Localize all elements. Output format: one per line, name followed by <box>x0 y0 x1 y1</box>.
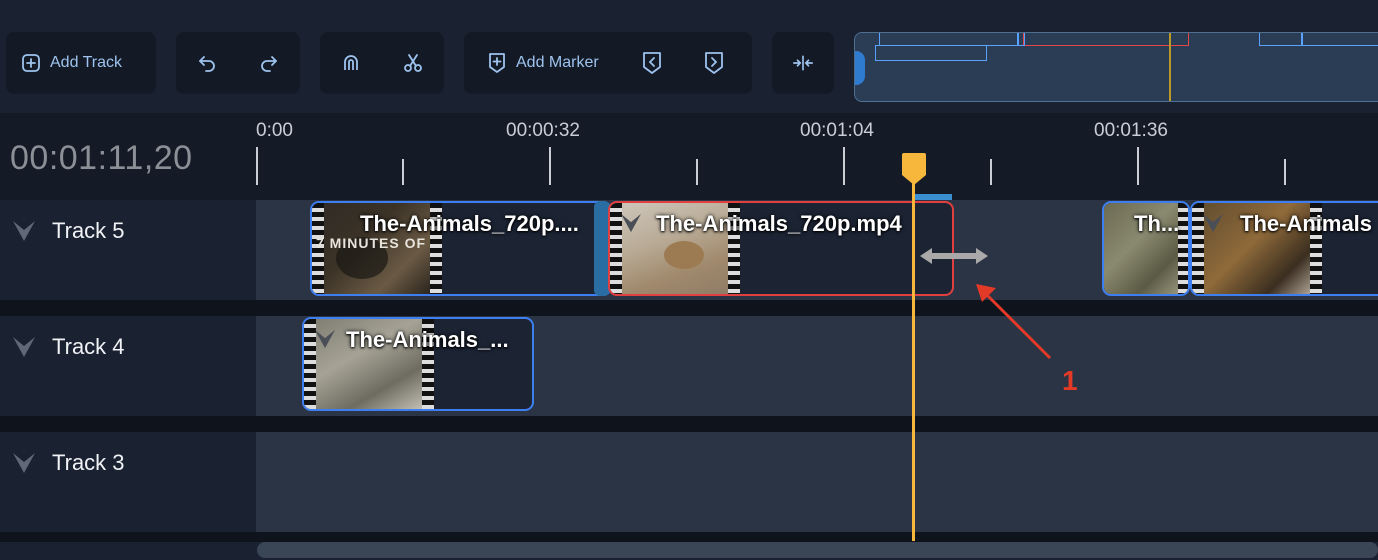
center-group <box>772 32 834 94</box>
scissors-icon[interactable] <box>402 52 424 74</box>
tick-label: 00:01:04 <box>800 120 874 141</box>
track-separator <box>0 532 1378 542</box>
current-timecode: 00:01:11,20 <box>10 139 193 177</box>
track-header: Track 3 <box>0 432 256 532</box>
chevron-down-icon[interactable] <box>12 452 36 479</box>
ruler-tick-minor <box>990 159 992 185</box>
tick-label: 00:00:32 <box>506 120 580 141</box>
tick-label: 0:00 <box>256 120 293 141</box>
minimap-playhead <box>1169 33 1171 101</box>
add-marker-button[interactable]: Add Marker <box>464 32 613 94</box>
marker-group: Add Marker <box>464 32 752 94</box>
track-header: Track 5 <box>0 200 256 300</box>
thumb-caption: 7 MINUTES OF <box>316 235 427 251</box>
minimap-clip <box>1301 33 1378 46</box>
playhead-line[interactable] <box>912 175 915 541</box>
add-track-button[interactable]: Add Track <box>6 32 136 94</box>
clip[interactable]: 7 MINUTES OF The-Animals_720p.... <box>310 201 612 296</box>
shield-plus-icon <box>486 52 508 74</box>
chevron-down-icon <box>1202 213 1224 238</box>
minimap-clip <box>1017 33 1025 46</box>
track-name: Track 5 <box>52 218 125 243</box>
ruler-tick-major <box>549 147 551 185</box>
ruler-tick-major <box>843 147 845 185</box>
film-strip <box>1178 203 1188 294</box>
tick-label: 00:01:36 <box>1094 120 1168 141</box>
chevron-down-icon <box>620 213 642 238</box>
minimap-clip <box>875 45 987 61</box>
add-marker-label: Add Marker <box>516 54 599 71</box>
ruler-tick-minor <box>696 159 698 185</box>
clip[interactable]: The-Animals_... <box>302 317 534 411</box>
thumb-shape <box>664 241 704 269</box>
add-track-label: Add Track <box>50 54 123 71</box>
minimap-handle[interactable] <box>855 51 865 85</box>
clip-title: The-Animals_720p.mp4 <box>656 211 902 236</box>
clip-title: The-Animals_... <box>346 327 509 352</box>
ruler-tick-major <box>256 147 258 185</box>
playhead-handle[interactable] <box>902 153 926 185</box>
timeline-minimap[interactable] <box>854 32 1378 102</box>
edit-tools-group <box>320 32 444 94</box>
marker-prev-icon[interactable] <box>641 52 663 74</box>
track-name: Track 3 <box>52 450 125 475</box>
minimap-clip <box>1259 33 1303 46</box>
track-name: Track 4 <box>52 334 125 359</box>
minimap-selected-clip <box>1023 33 1189 46</box>
resize-arrow-icon <box>918 244 990 273</box>
redo-icon[interactable] <box>258 52 280 74</box>
timeline-editor: Add Track Add Marker 00:01:11,20 0:00 00… <box>0 0 1378 560</box>
track-separator <box>0 416 1378 432</box>
clip-title: The-Animals_720p.... <box>360 211 579 236</box>
undo-icon[interactable] <box>196 52 218 74</box>
chevron-down-icon <box>314 329 336 354</box>
track-row: Track 4 <box>0 316 1378 416</box>
minimap-clip <box>879 33 1019 46</box>
clip-selected[interactable]: The-Animals_720p.mp4 <box>608 201 954 296</box>
add-track-group: Add Track <box>6 32 156 94</box>
horizontal-scrollbar[interactable] <box>257 542 1378 558</box>
track-row: Track 3 <box>0 432 1378 532</box>
track-lane[interactable] <box>256 432 1378 532</box>
annotation-arrow-icon <box>972 278 1054 365</box>
ruler-tick-minor <box>402 159 404 185</box>
annotation-label: 1 <box>1062 365 1078 396</box>
clip[interactable]: Th... <box>1102 201 1190 296</box>
plus-square-icon <box>20 52 42 74</box>
clip-title: Th... <box>1134 211 1180 236</box>
magnet-icon[interactable] <box>340 52 362 74</box>
clip-title: The-Animals <box>1240 211 1373 236</box>
clip[interactable]: The-Animals <box>1190 201 1378 296</box>
ruler-tick-minor <box>1284 159 1286 185</box>
marker-next-icon[interactable] <box>703 52 725 74</box>
history-group <box>176 32 300 94</box>
ruler-tick-major <box>1137 147 1139 185</box>
chevron-down-icon[interactable] <box>12 336 36 363</box>
toolbar: Add Track Add Marker <box>0 0 1378 113</box>
track-header: Track 4 <box>0 316 256 416</box>
time-ruler[interactable]: 00:01:11,20 0:00 00:00:32 00:01:04 00:01… <box>0 113 1378 200</box>
track-separator <box>0 300 1378 316</box>
center-icon[interactable] <box>792 52 814 74</box>
chevron-down-icon[interactable] <box>12 220 36 247</box>
